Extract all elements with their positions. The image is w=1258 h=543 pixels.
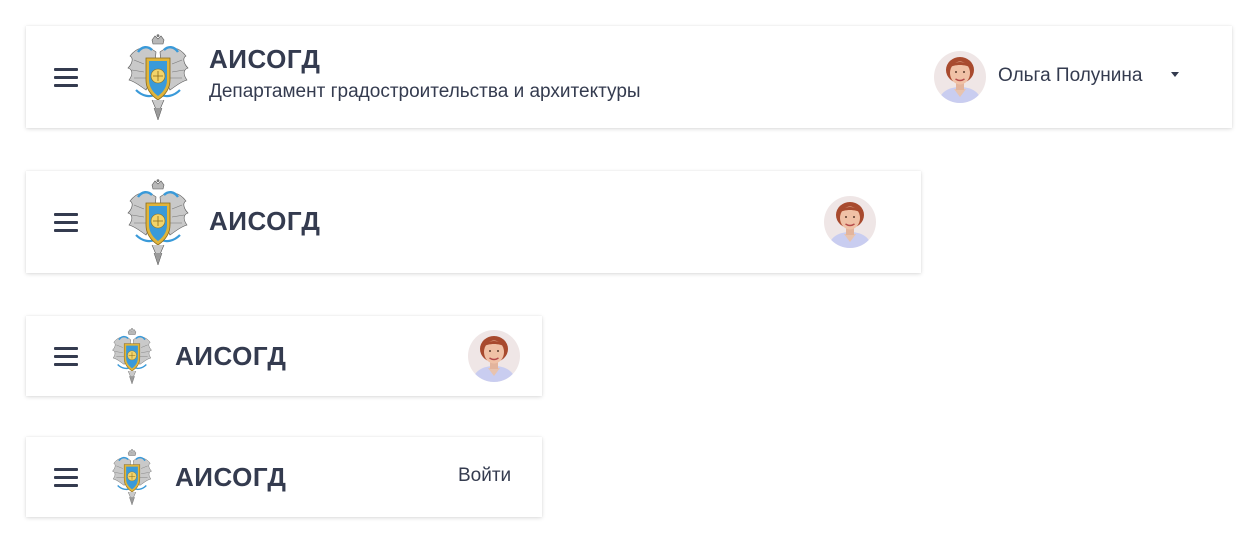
user-name[interactable]: Ольга Полунина <box>998 65 1142 87</box>
login-button[interactable]: Войти <box>458 465 511 487</box>
user-avatar[interactable] <box>934 51 986 103</box>
emblem-logo <box>110 449 154 505</box>
menu-icon[interactable] <box>54 68 78 87</box>
app-header-full: АИСОГД Департамент градостроительства и … <box>26 26 1232 128</box>
app-title: АИСОГД <box>175 341 287 371</box>
user-avatar[interactable] <box>468 330 520 382</box>
emblem-logo <box>126 34 190 120</box>
app-title: АИСОГД <box>175 462 287 492</box>
emblem-logo <box>110 328 154 384</box>
menu-icon[interactable] <box>54 468 78 487</box>
app-header-compact-guest: АИСОГД Войти <box>26 437 542 517</box>
app-title: АИСОГД <box>209 206 321 236</box>
caret-down-icon[interactable] <box>1171 72 1179 77</box>
user-avatar[interactable] <box>824 196 876 248</box>
app-title: АИСОГД <box>209 44 321 74</box>
app-header-compact: АИСОГД <box>26 316 542 396</box>
emblem-logo <box>126 179 190 265</box>
app-header-medium: АИСОГД <box>26 171 921 273</box>
menu-icon[interactable] <box>54 347 78 366</box>
menu-icon[interactable] <box>54 213 78 232</box>
department-subtitle: Департамент градостроительства и архитек… <box>209 81 641 102</box>
